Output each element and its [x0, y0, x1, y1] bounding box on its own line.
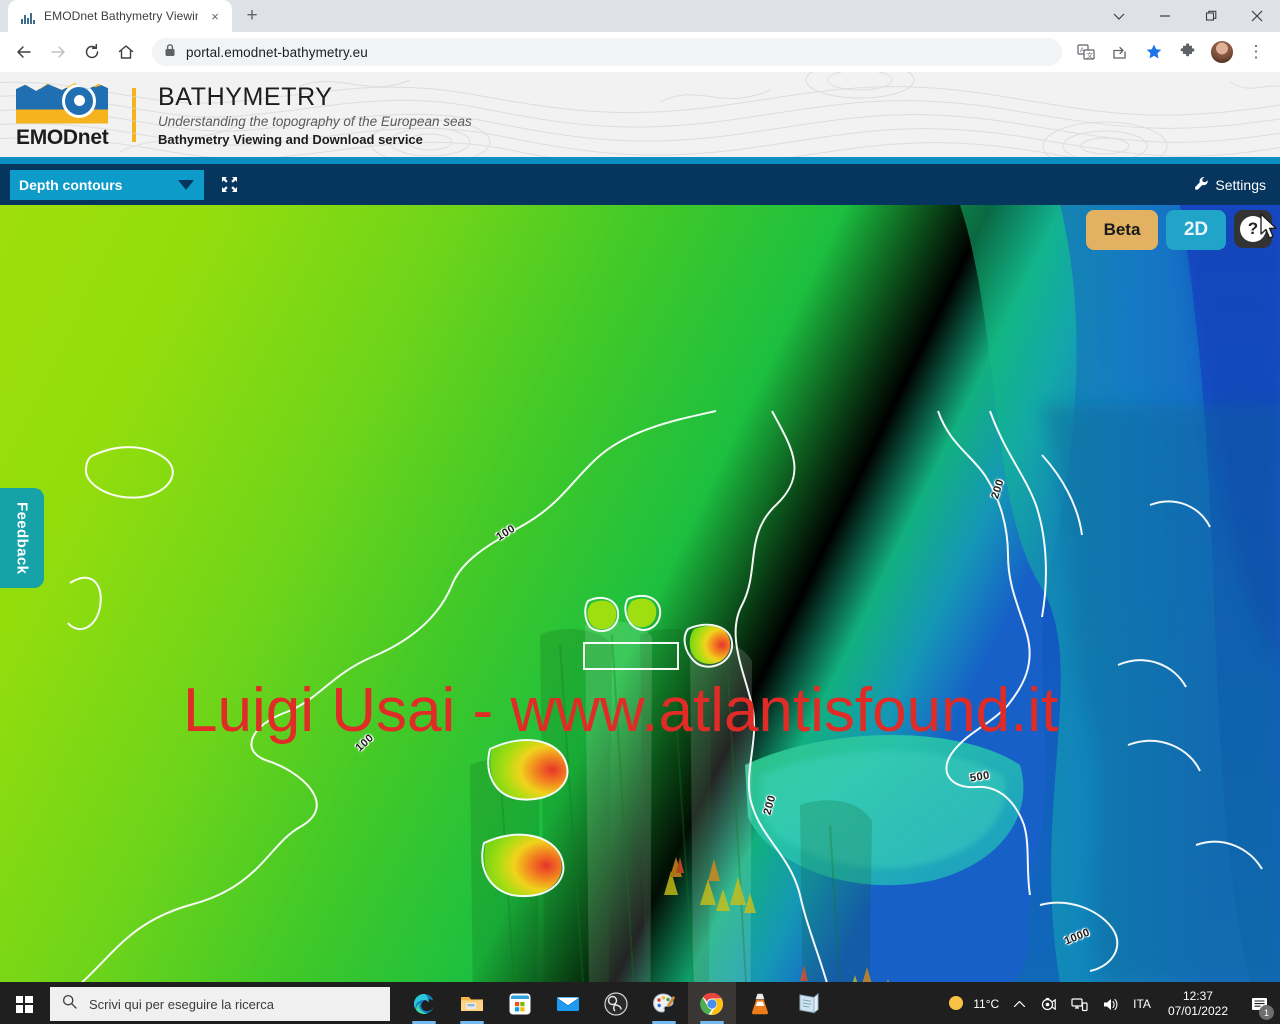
bathymetry-bars-icon [20, 8, 36, 24]
reload-icon[interactable] [76, 36, 108, 68]
browser-tab[interactable]: EMODnet Bathymetry Viewing an × [8, 0, 232, 32]
taskbar-app-microsoft-edge[interactable] [400, 982, 448, 1024]
browser-menu-icon[interactable]: ⋮ [1240, 36, 1272, 68]
map-toolbar: Depth contours Settings [0, 164, 1280, 205]
translate-icon[interactable]: A文 [1070, 36, 1102, 68]
weather-temp: 11°C [973, 997, 1000, 1011]
cyan-divider [0, 157, 1280, 164]
windows-taskbar: Scrivi qui per eseguire la ricerca 11°C … [0, 982, 1280, 1024]
layer-select[interactable]: Depth contours [10, 169, 204, 200]
star-filled-icon[interactable] [1138, 36, 1170, 68]
maximize-icon[interactable] [1188, 0, 1234, 32]
address-bar[interactable]: portal.emodnet-bathymetry.eu [152, 38, 1062, 66]
header-titles: BATHYMETRY Understanding the topography … [158, 83, 472, 147]
notification-badge: 1 [1259, 1005, 1274, 1020]
tab-title: EMODnet Bathymetry Viewing an [44, 9, 198, 23]
lock-icon [164, 43, 176, 62]
logo-text: EMODnet [16, 125, 109, 149]
action-center-button[interactable]: 1 [1238, 982, 1280, 1024]
layer-select-value: Depth contours [19, 176, 123, 193]
fullscreen-icon[interactable] [218, 174, 240, 196]
clock-date: 07/01/2022 [1167, 1004, 1228, 1018]
watermark-text: Luigi Usai - www.atlantisfound.it [183, 676, 1059, 745]
minimize-icon[interactable] [1142, 0, 1188, 32]
show-hidden-icons-button[interactable] [1006, 982, 1033, 1024]
beta-button[interactable]: Beta [1086, 210, 1158, 250]
header-subtitle: Understanding the topography of the Euro… [158, 113, 472, 129]
site-header: EMODnet BATHYMETRY Understanding the top… [0, 72, 1280, 157]
taskbar-app-vlc-media-player[interactable] [736, 982, 784, 1024]
emodnet-logo-icon: EMODnet [16, 80, 109, 150]
system-tray: 11°C ITA 12:37 07/01/2022 1 [940, 982, 1280, 1024]
browser-toolbar: portal.emodnet-bathymetry.eu A文 ⋮ [0, 32, 1280, 72]
view-mode-button[interactable]: 2D [1166, 210, 1226, 250]
windows-logo-icon [15, 995, 33, 1013]
search-placeholder: Scrivi qui per eseguire la ricerca [89, 996, 274, 1012]
browser-chrome: EMODnet Bathymetry Viewing an × + [0, 0, 1280, 72]
page-title: BATHYMETRY [158, 82, 333, 111]
taskbar-app-paint[interactable] [640, 982, 688, 1024]
url-text: portal.emodnet-bathymetry.eu [186, 44, 368, 60]
share-icon[interactable] [1104, 36, 1136, 68]
tab-strip: EMODnet Bathymetry Viewing an × + [0, 0, 1280, 32]
search-icon [62, 994, 77, 1014]
settings-button[interactable]: Settings [1194, 176, 1266, 194]
taskbar-app-mail[interactable] [544, 982, 592, 1024]
speaker-icon[interactable] [1095, 982, 1126, 1024]
map-viewport[interactable]: 100 100 200 200 500 1000 Feedback Beta 2… [0, 205, 1280, 982]
taskbar-apps [400, 982, 832, 1024]
map-controls: Beta 2D ? [1086, 210, 1272, 250]
avatar[interactable] [1206, 36, 1238, 68]
feedback-button[interactable]: Feedback [0, 488, 44, 588]
taskbar-app-file-explorer[interactable] [448, 982, 496, 1024]
sun-icon [947, 994, 965, 1015]
weather-widget[interactable]: 11°C [940, 982, 1006, 1024]
clock-time: 12:37 [1182, 989, 1213, 1003]
tab-search-icon[interactable] [1096, 0, 1142, 32]
webcam-icon[interactable] [1033, 982, 1064, 1024]
taskbar-app-microsoft-store[interactable] [496, 982, 544, 1024]
svg-text:文: 文 [1087, 51, 1094, 60]
brand-logo[interactable]: EMODnet [0, 80, 109, 150]
feedback-label: Feedback [13, 501, 31, 575]
mouse-pointer-icon [1260, 213, 1280, 246]
search-input[interactable]: Scrivi qui per eseguire la ricerca [50, 987, 390, 1021]
taskbar-app-obs-studio[interactable] [592, 982, 640, 1024]
new-tab-button[interactable]: + [238, 2, 266, 30]
header-service-line: Bathymetry Viewing and Download service [158, 131, 423, 147]
wrench-icon [1194, 176, 1209, 194]
settings-label: Settings [1215, 176, 1266, 193]
taskbar-app-google-chrome[interactable] [688, 982, 736, 1024]
close-window-icon[interactable] [1234, 0, 1280, 32]
chevron-down-icon [178, 179, 194, 190]
window-controls [1096, 0, 1280, 32]
clock[interactable]: 12:37 07/01/2022 [1158, 989, 1238, 1019]
bathymetry-render [0, 205, 1280, 982]
network-icon[interactable] [1064, 982, 1095, 1024]
home-icon[interactable] [110, 36, 142, 68]
back-icon[interactable] [8, 36, 40, 68]
close-icon[interactable]: × [206, 7, 224, 25]
taskbar-app-notepad[interactable] [784, 982, 832, 1024]
start-button[interactable] [0, 982, 48, 1024]
language-indicator[interactable]: ITA [1126, 982, 1158, 1024]
puzzle-icon[interactable] [1172, 36, 1204, 68]
forward-icon[interactable] [42, 36, 74, 68]
